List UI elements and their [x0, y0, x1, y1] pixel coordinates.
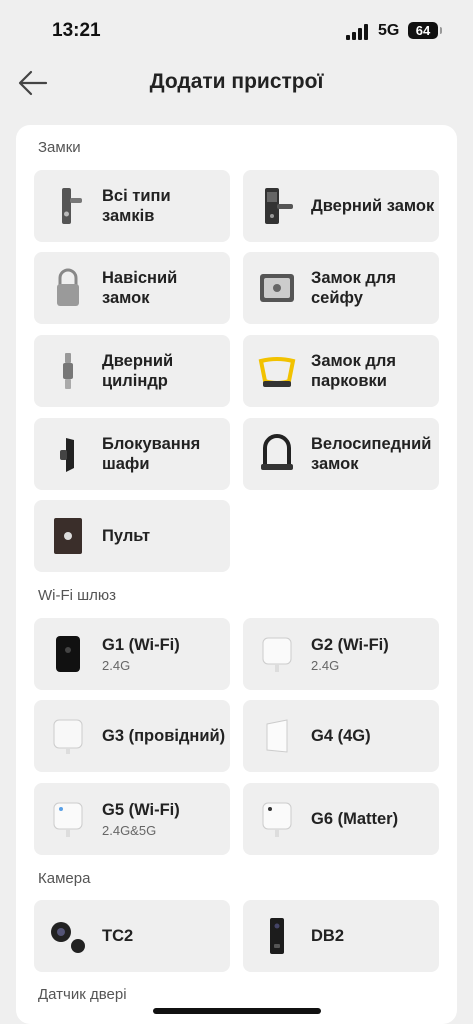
device-title: Навісний замок	[102, 269, 178, 307]
device-tile-g3[interactable]: G3 (провідний)	[34, 700, 230, 772]
gateway-g6-icon	[262, 802, 292, 837]
device-tile-safe-lock[interactable]: Замок для сейфу	[243, 252, 439, 324]
device-tile-door-lock[interactable]: Дверний замок	[243, 170, 439, 242]
section-title-gateways: Wi-Fi шлюз	[38, 587, 117, 604]
section-title-locks: Замки	[38, 139, 81, 156]
device-title: Пульт	[102, 527, 151, 545]
device-title: TC2	[102, 927, 134, 945]
device-title: DB2	[311, 927, 345, 945]
device-title: Дверний циліндр	[102, 352, 174, 390]
gateway-g3-icon	[53, 719, 83, 754]
remote-icon	[54, 518, 82, 554]
device-tile-all-locks[interactable]: Всі типи замків	[34, 170, 230, 242]
device-tile-cabinet-lock[interactable]: Блокування шафи	[34, 418, 230, 490]
device-title: Замок для сейфу	[311, 269, 397, 307]
device-subtitle: 2.4G&5G	[102, 823, 157, 838]
device-tile-door-cylinder[interactable]: Дверний циліндр	[34, 335, 230, 407]
device-title: G2 (Wi-Fi)	[311, 636, 389, 654]
cabinet-lock-icon	[60, 438, 74, 472]
cylinder-icon	[63, 353, 73, 389]
gateway-g5-icon	[53, 802, 83, 837]
device-tile-g4[interactable]: G4 (4G)	[243, 700, 439, 772]
device-tile-tc2[interactable]: TC2	[34, 900, 230, 972]
gateway-g2-icon	[262, 637, 292, 672]
device-title: Замок для парковки	[311, 352, 397, 390]
device-tile-remote[interactable]: Пульт	[34, 500, 230, 572]
device-subtitle: 2.4G	[102, 658, 131, 673]
device-tile-padlock[interactable]: Навісний замок	[34, 252, 230, 324]
device-tile-g6[interactable]: G6 (Matter)	[243, 783, 439, 855]
signal-icon	[346, 24, 368, 40]
device-title: Велосипедний замок	[311, 435, 432, 473]
section-title-camera: Камера	[38, 870, 91, 887]
device-title: Всі типи замків	[102, 187, 171, 225]
device-title: G4 (4G)	[311, 727, 371, 745]
device-tile-parking-lock[interactable]: Замок для парковки	[243, 335, 439, 407]
device-tile-db2[interactable]: DB2	[243, 900, 439, 972]
padlock-icon	[57, 268, 79, 306]
device-title: G5 (Wi-Fi)	[102, 801, 180, 819]
page-header: Додати пристрої	[0, 56, 473, 112]
device-subtitle: 2.4G	[311, 658, 340, 673]
camera-tc2-icon	[51, 922, 85, 953]
device-title: G1 (Wi-Fi)	[102, 636, 180, 654]
door-lock-icon	[265, 188, 293, 224]
device-title: G6 (Matter)	[311, 810, 399, 828]
device-tile-bike-lock[interactable]: Велосипедний замок	[243, 418, 439, 490]
page-title: Додати пристрої	[149, 70, 324, 93]
status-time: 13:21	[52, 20, 101, 41]
device-title: G3 (провідний)	[102, 727, 226, 745]
section-title-door-sensor: Датчик двері	[38, 986, 127, 1003]
parking-lock-icon	[258, 357, 296, 387]
device-tile-g1[interactable]: G1 (Wi-Fi) 2.4G	[34, 618, 230, 690]
device-title: Дверний замок	[311, 197, 435, 215]
lock-all-icon	[62, 188, 82, 224]
home-indicator[interactable]	[153, 1008, 321, 1014]
device-tile-g2[interactable]: G2 (Wi-Fi) 2.4G	[243, 618, 439, 690]
bike-lock-icon	[261, 434, 293, 470]
device-tile-g5[interactable]: G5 (Wi-Fi) 2.4G&5G	[34, 783, 230, 855]
doorbell-db2-icon	[270, 918, 284, 954]
device-title: Блокування шафи	[102, 435, 201, 473]
gateway-g4-icon	[266, 719, 288, 753]
safe-icon	[260, 274, 294, 302]
gateway-g1-icon	[56, 636, 80, 672]
battery-icon: 64	[408, 22, 442, 39]
network-label: 5G	[378, 22, 400, 39]
status-bar: 13:21 5G 64	[0, 0, 473, 56]
